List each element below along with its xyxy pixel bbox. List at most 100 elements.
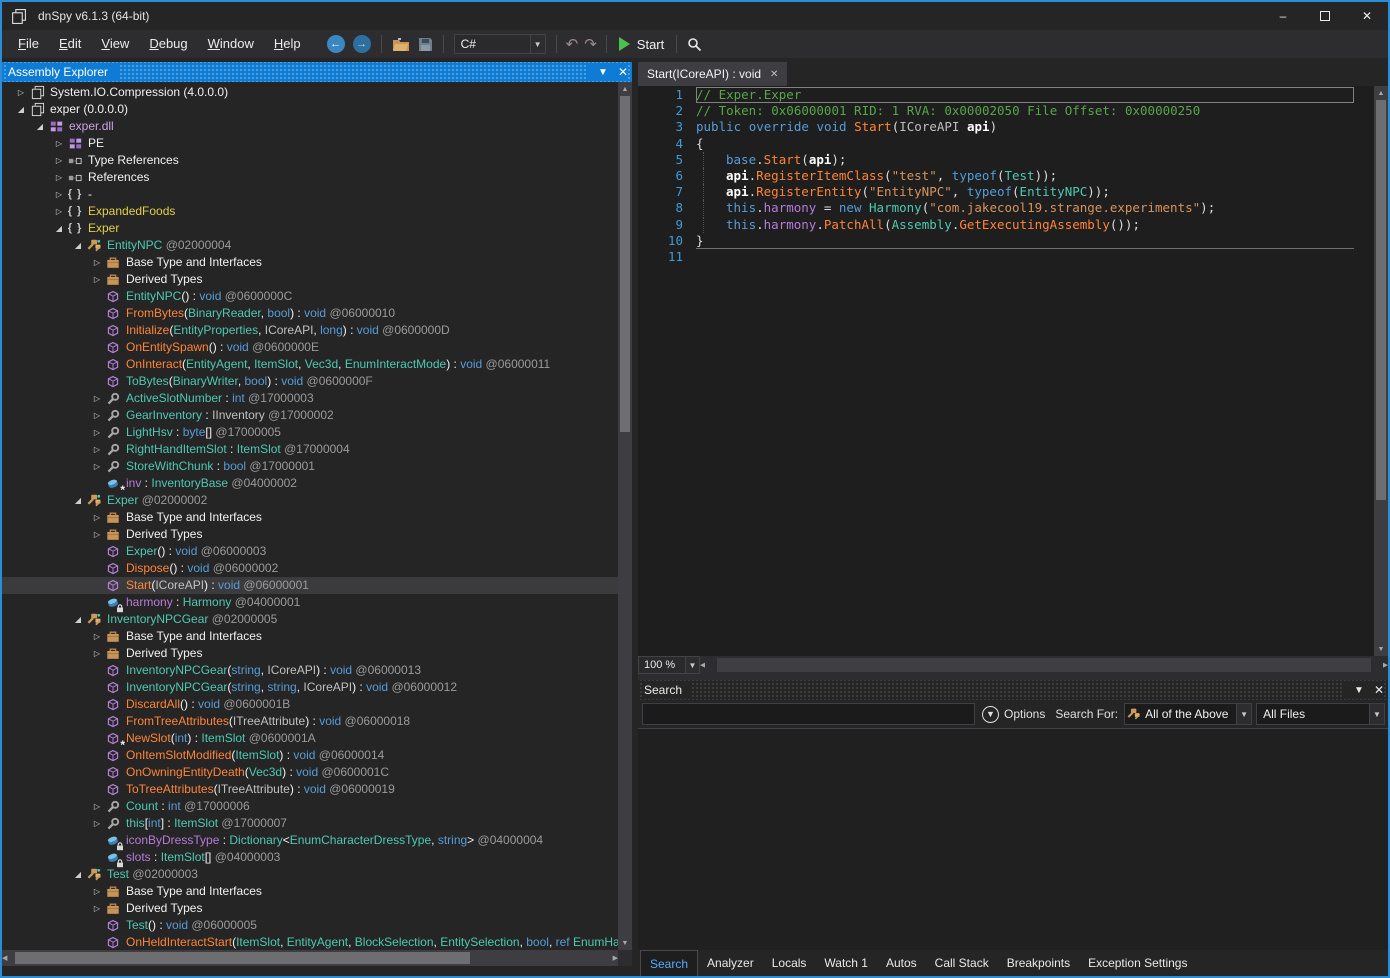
tree-row[interactable]: Test() : void @06000005: [2, 917, 632, 934]
bottom-tab-search[interactable]: Search: [640, 950, 698, 976]
tree-row[interactable]: ▷StoreWithChunk : bool @17000001: [2, 458, 632, 475]
editor-hscroll-thumb[interactable]: [717, 658, 1370, 672]
bottom-tab-autos[interactable]: Autos: [877, 950, 926, 976]
bottom-tab-watch-1[interactable]: Watch 1: [815, 950, 877, 976]
tree-row[interactable]: OnInteract(EntityAgent, ItemSlot, Vec3d,…: [2, 356, 632, 373]
tree-row[interactable]: iconByDressType : Dictionary<EnumCharact…: [2, 832, 632, 849]
tree-row[interactable]: ToTreeAttributes(ITreeAttribute) : void …: [2, 781, 632, 798]
tree-row[interactable]: ▷{ }ExpandedFoods: [2, 203, 632, 220]
tree-hscroll-thumb[interactable]: [15, 952, 470, 964]
panel-menu-icon[interactable]: ▼: [598, 67, 608, 78]
document-tab[interactable]: Start(ICoreAPI) : void ✕: [638, 62, 787, 86]
tree-row[interactable]: ▷References: [2, 169, 632, 186]
tree-row[interactable]: ToBytes(BinaryWriter, bool) : void @0600…: [2, 373, 632, 390]
expander-collapsed-icon[interactable]: ▷: [90, 526, 104, 543]
tree-row[interactable]: ◢InventoryNPCGear @02000005: [2, 611, 632, 628]
navigate-forward-button[interactable]: →: [353, 35, 371, 53]
tree-row[interactable]: ▷Derived Types: [2, 526, 632, 543]
expander-collapsed-icon[interactable]: ▷: [90, 798, 104, 815]
scroll-up-icon[interactable]: ▲: [1374, 86, 1388, 100]
tree-row[interactable]: DiscardAll() : void @0600001B: [2, 696, 632, 713]
tree-horizontal-scrollbar[interactable]: ◀ ▶: [2, 950, 632, 966]
expander-collapsed-icon[interactable]: ▷: [90, 424, 104, 441]
tree-row[interactable]: InventoryNPCGear(string, ICoreAPI) : voi…: [2, 662, 632, 679]
expander-expanded-icon[interactable]: ◢: [71, 237, 85, 254]
tree-row[interactable]: Start(ICoreAPI) : void @06000001: [2, 577, 632, 594]
navigate-back-button[interactable]: ←: [327, 35, 345, 53]
editor-horizontal-scrollbar[interactable]: ◀ ▶: [700, 656, 1388, 674]
expander-expanded-icon[interactable]: ◢: [33, 118, 47, 135]
expander-collapsed-icon[interactable]: ▷: [90, 900, 104, 917]
expander-collapsed-icon[interactable]: ▷: [90, 883, 104, 900]
expander-collapsed-icon[interactable]: ▷: [90, 458, 104, 475]
save-all-button[interactable]: [418, 37, 433, 52]
start-debug-button[interactable]: Start: [619, 37, 664, 52]
search-assemblies-button[interactable]: [687, 37, 702, 52]
tree-row[interactable]: EntityNPC() : void @0600000C: [2, 288, 632, 305]
bottom-tab-call-stack[interactable]: Call Stack: [926, 950, 998, 976]
expander-collapsed-icon[interactable]: ▷: [90, 509, 104, 526]
close-button[interactable]: ✕: [1346, 2, 1388, 30]
menu-view[interactable]: View: [91, 30, 139, 58]
tree-vertical-scrollbar[interactable]: ▲ ▼: [618, 82, 632, 950]
menu-help[interactable]: Help: [264, 30, 311, 58]
tree-row[interactable]: OnEntitySpawn() : void @0600000E: [2, 339, 632, 356]
tree-row[interactable]: ◢Test @02000003: [2, 866, 632, 883]
tree-row[interactable]: slots : ItemSlot[] @04000003: [2, 849, 632, 866]
panel-close-icon[interactable]: ✕: [1374, 683, 1384, 697]
expander-collapsed-icon[interactable]: ▷: [90, 390, 104, 407]
expander-expanded-icon[interactable]: ◢: [14, 101, 28, 118]
tree-scroll-thumb[interactable]: [620, 96, 630, 432]
menu-file[interactable]: File: [8, 30, 49, 58]
expander-collapsed-icon[interactable]: ▷: [52, 203, 66, 220]
file-filter-select[interactable]: All Files ▼: [1256, 703, 1385, 725]
language-select[interactable]: C# ▼: [454, 34, 546, 54]
expander-collapsed-icon[interactable]: ▷: [90, 254, 104, 271]
expander-collapsed-icon[interactable]: ▷: [90, 441, 104, 458]
tree-row[interactable]: ◢exper.dll: [2, 118, 632, 135]
tree-row[interactable]: ◢Exper @02000002: [2, 492, 632, 509]
editor-scroll-thumb[interactable]: [1376, 100, 1386, 500]
expander-collapsed-icon[interactable]: ▷: [90, 628, 104, 645]
scroll-up-icon[interactable]: ▲: [618, 82, 632, 96]
chevron-down-icon[interactable]: ▼: [1369, 704, 1384, 724]
tree-row[interactable]: ◢EntityNPC @02000004: [2, 237, 632, 254]
expander-collapsed-icon[interactable]: ▷: [90, 271, 104, 288]
zoom-level-select[interactable]: 100 %: [638, 656, 686, 674]
menu-window[interactable]: Window: [198, 30, 264, 58]
tree-row[interactable]: ▷Base Type and Interfaces: [2, 883, 632, 900]
minimize-button[interactable]: –: [1262, 2, 1304, 30]
maximize-button[interactable]: [1304, 2, 1346, 30]
tree-row[interactable]: ▷Derived Types: [2, 271, 632, 288]
tree-row[interactable]: ▷this[int] : ItemSlot @17000007: [2, 815, 632, 832]
expander-collapsed-icon[interactable]: ▷: [90, 815, 104, 832]
search-panel-header[interactable]: Search ▼ ✕: [638, 680, 1388, 700]
tree-row[interactable]: ▷System.IO.Compression (4.0.0.0): [2, 84, 632, 101]
tree-row[interactable]: ▷Type References: [2, 152, 632, 169]
tree-row[interactable]: ▷PE: [2, 135, 632, 152]
scroll-down-icon[interactable]: ▼: [1374, 642, 1388, 656]
chevron-down-icon[interactable]: ▼: [530, 35, 545, 53]
tree-row[interactable]: Exper() : void @06000003: [2, 543, 632, 560]
tree-row[interactable]: ▷Derived Types: [2, 645, 632, 662]
tree-row[interactable]: FromBytes(BinaryReader, bool) : void @06…: [2, 305, 632, 322]
search-results[interactable]: [638, 728, 1388, 950]
open-file-button[interactable]: [392, 37, 410, 52]
scroll-right-icon[interactable]: ▶: [1383, 658, 1388, 672]
tree-row[interactable]: ▷Count : int @17000006: [2, 798, 632, 815]
bottom-tab-exception-settings[interactable]: Exception Settings: [1079, 950, 1196, 976]
tree-row[interactable]: ▷LightHsv : byte[] @17000005: [2, 424, 632, 441]
tree-row[interactable]: ▷{ }-: [2, 186, 632, 203]
expander-expanded-icon[interactable]: ◢: [71, 492, 85, 509]
expander-collapsed-icon[interactable]: ▷: [52, 135, 66, 152]
code-editor[interactable]: 1// Exper.Exper2// Token: 0x06000001 RID…: [638, 86, 1388, 656]
tree-row[interactable]: Dispose() : void @06000002: [2, 560, 632, 577]
undo-button[interactable]: ↶: [566, 35, 579, 53]
expander-collapsed-icon[interactable]: ▷: [52, 152, 66, 169]
tree-row[interactable]: ▷Base Type and Interfaces: [2, 628, 632, 645]
bottom-tab-analyzer[interactable]: Analyzer: [698, 950, 763, 976]
tree-row[interactable]: ◢{ }Exper: [2, 220, 632, 237]
tree-row[interactable]: harmony : Harmony @04000001: [2, 594, 632, 611]
expander-expanded-icon[interactable]: ◢: [71, 611, 85, 628]
menu-debug[interactable]: Debug: [139, 30, 197, 58]
